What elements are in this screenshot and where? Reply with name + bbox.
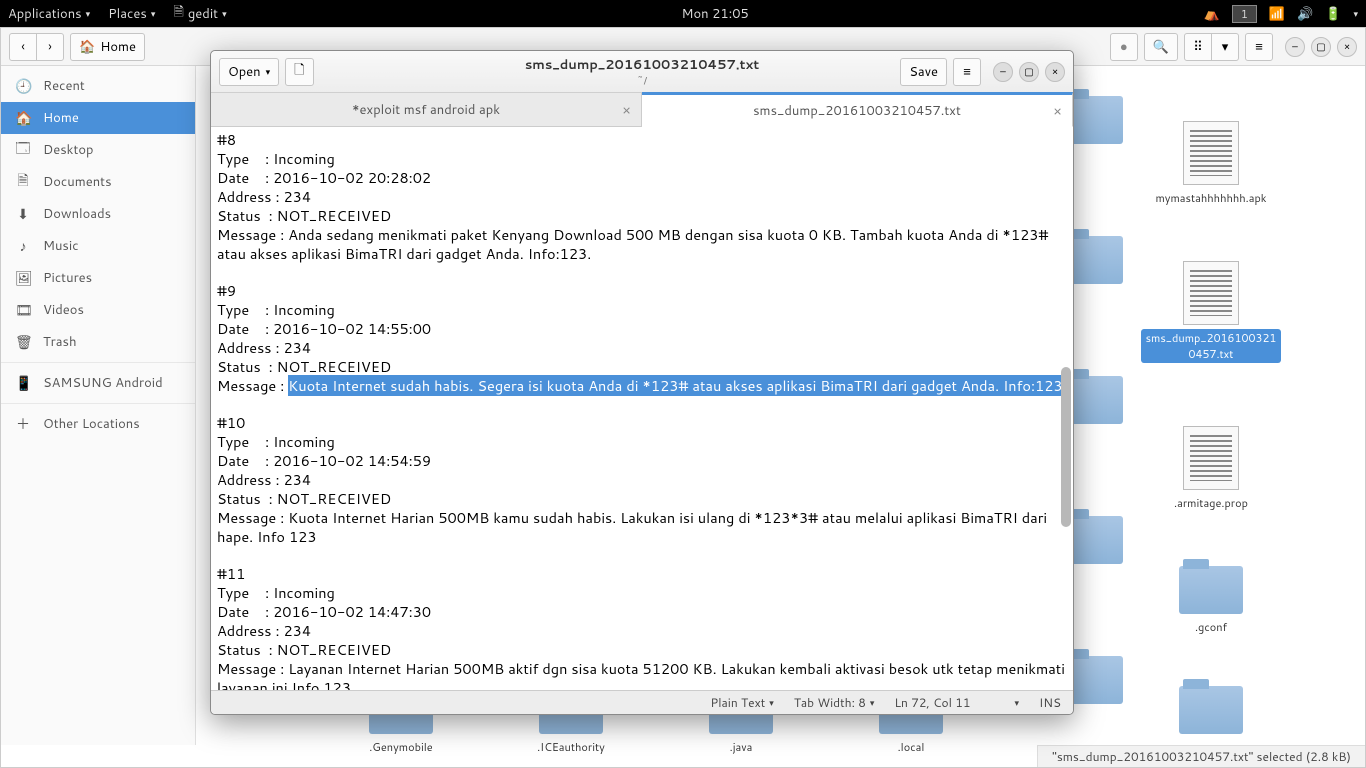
- clock-icon: 🕘: [15, 76, 31, 96]
- picture-icon: 🖼: [15, 268, 31, 288]
- file-item-hidden-folder-6[interactable]: [1136, 686, 1286, 738]
- menu-icon: ≡: [963, 63, 971, 81]
- insert-mode: INS: [1039, 694, 1061, 711]
- music-icon: ♪: [15, 236, 31, 256]
- sidebar-item-samsung[interactable]: 📱SAMSUNG Android: [1, 367, 195, 399]
- sidebar-item-home[interactable]: 🏠Home: [1, 102, 195, 134]
- active-app-menu[interactable]: 🗎gedit▾: [173, 3, 226, 25]
- text-editor-area[interactable]: #8 Type : Incoming Date : 2016-10-02 20:…: [211, 127, 1073, 690]
- record-button[interactable]: ●: [1110, 33, 1138, 61]
- window-minimize[interactable]: –: [993, 62, 1013, 82]
- file-item-mymastah-apk[interactable]: mymastahhhhhhh.apk: [1136, 121, 1286, 207]
- camera-icon[interactable]: ⛺: [1204, 5, 1220, 23]
- view-menu-button[interactable]: ▾: [1211, 33, 1239, 61]
- window-close[interactable]: ×: [1045, 62, 1065, 82]
- close-icon[interactable]: ×: [622, 100, 631, 120]
- file-item-gconf[interactable]: .gconf: [1136, 566, 1286, 636]
- volume-icon[interactable]: 🔊: [1297, 5, 1313, 23]
- sidebar-item-music[interactable]: ♪Music: [1, 230, 195, 262]
- sidebar-item-documents[interactable]: 🗎Documents: [1, 166, 195, 198]
- sidebar-item-recent[interactable]: 🕘Recent: [1, 70, 195, 102]
- gedit-headerbar: Open▾ 🗋 sms_dump_20161003210457.txt ~/ S…: [211, 51, 1073, 93]
- tab-width-selector[interactable]: Tab Width: 8▾: [794, 694, 875, 711]
- system-menu-chevron-icon[interactable]: ▾: [1353, 7, 1358, 20]
- view-grid-button[interactable]: ⠿: [1184, 33, 1212, 61]
- workspace-indicator[interactable]: 1: [1232, 5, 1257, 23]
- window-close[interactable]: ×: [1337, 37, 1357, 57]
- window-maximize[interactable]: ▢: [1311, 37, 1331, 57]
- gedit-window: Open▾ 🗋 sms_dump_20161003210457.txt ~/ S…: [210, 50, 1074, 715]
- download-icon: ⬇: [15, 204, 31, 224]
- places-menu[interactable]: Places▾: [108, 5, 155, 23]
- grid-icon: ⠿: [1193, 38, 1203, 56]
- gnome-topbar: Applications▾ Places▾ 🗎gedit▾ Mon 21:05 …: [0, 0, 1366, 27]
- gedit-statusbar: Plain Text▾ Tab Width: 8▾ Ln 72, Col 11▾…: [211, 690, 1073, 714]
- files-sidebar: 🕘Recent 🏠Home 🗔Desktop 🗎Documents ⬇Downl…: [1, 66, 196, 745]
- hamburger-button[interactable]: ≡: [953, 58, 981, 86]
- forward-button[interactable]: ›: [36, 33, 64, 61]
- sidebar-item-downloads[interactable]: ⬇Downloads: [1, 198, 195, 230]
- selected-text: Kuota Internet sudah habis. Segera isi k…: [288, 375, 1062, 396]
- hamburger-button[interactable]: ≡: [1245, 33, 1273, 61]
- sidebar-item-desktop[interactable]: 🗔Desktop: [1, 134, 195, 166]
- video-icon: 🎞: [15, 300, 31, 320]
- sidebar-item-trash[interactable]: 🗑Trash: [1, 326, 195, 358]
- sidebar-item-pictures[interactable]: 🖼Pictures: [1, 262, 195, 294]
- trash-icon: 🗑: [15, 332, 31, 352]
- chevron-right-icon: ›: [48, 38, 52, 56]
- folder-icon: [1179, 686, 1243, 734]
- save-button[interactable]: Save: [900, 58, 947, 86]
- window-maximize[interactable]: ▢: [1019, 62, 1039, 82]
- file-icon: 🗎: [15, 170, 31, 194]
- home-icon: 🏠: [79, 38, 95, 56]
- folder-icon: [1179, 566, 1243, 614]
- plus-icon: ＋: [15, 414, 31, 434]
- sidebar-item-other-locations[interactable]: ＋Other Locations: [1, 408, 195, 440]
- file-item-armitage-prop[interactable]: .armitage.prop: [1136, 426, 1286, 512]
- cursor-position[interactable]: Ln 72, Col 11▾: [894, 694, 1019, 711]
- scrollbar-thumb[interactable]: [1061, 367, 1071, 527]
- back-button[interactable]: ‹: [9, 33, 37, 61]
- open-button[interactable]: Open▾: [219, 58, 279, 86]
- path-home-button[interactable]: 🏠Home: [70, 33, 145, 61]
- battery-icon[interactable]: 🔋: [1325, 5, 1341, 23]
- search-button[interactable]: 🔍: [1144, 33, 1178, 61]
- file-item-sms-dump[interactable]: sms_dump_20161003210457.txt: [1136, 261, 1286, 363]
- chevron-left-icon: ‹: [21, 38, 25, 56]
- new-tab-icon: 🗋: [294, 61, 304, 83]
- home-icon: 🏠: [15, 108, 31, 128]
- new-tab-button[interactable]: 🗋: [285, 58, 313, 86]
- search-icon: 🔍: [1153, 38, 1169, 56]
- gedit-app-icon: 🗎: [173, 3, 183, 25]
- phone-icon: 📱: [15, 373, 31, 393]
- chevron-down-icon: ▾: [266, 65, 271, 78]
- tab-sms-dump[interactable]: sms_dump_20161003210457.txt×: [642, 92, 1073, 127]
- language-selector[interactable]: Plain Text▾: [710, 694, 773, 711]
- text-file-icon: [1183, 261, 1239, 325]
- record-icon: ●: [1120, 38, 1128, 56]
- sidebar-item-videos[interactable]: 🎞Videos: [1, 294, 195, 326]
- tab-exploit-msf[interactable]: *exploit msf android apk×: [211, 93, 642, 126]
- clock[interactable]: Mon 21:05: [227, 5, 1204, 23]
- text-file-icon: [1183, 426, 1239, 490]
- network-icon[interactable]: 📶: [1269, 5, 1285, 23]
- gedit-tab-bar: *exploit msf android apk× sms_dump_20161…: [211, 93, 1073, 127]
- menu-icon: ≡: [1255, 38, 1263, 56]
- text-file-icon: [1183, 121, 1239, 185]
- files-statusbar: "sms_dump_20161003210457.txt" selected (…: [1037, 745, 1365, 767]
- window-minimize[interactable]: –: [1285, 37, 1305, 57]
- desktop-icon: 🗔: [15, 138, 31, 162]
- chevron-down-icon: ▾: [1222, 38, 1229, 56]
- applications-menu[interactable]: Applications▾: [8, 5, 90, 23]
- close-icon[interactable]: ×: [1053, 101, 1062, 121]
